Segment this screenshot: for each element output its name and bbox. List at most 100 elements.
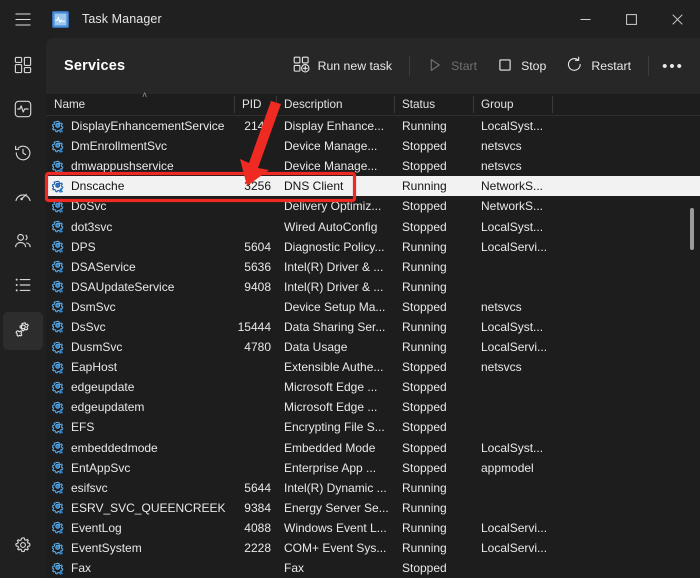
stop-button[interactable]: Stop — [487, 50, 556, 82]
service-gear-icon — [52, 200, 65, 213]
table-row[interactable]: DsmSvc Device Setup Ma... Stopped netsvcs — [46, 297, 700, 317]
cell-description: Enterprise App ... — [284, 460, 377, 475]
cell-pid: 5644 — [244, 480, 271, 495]
service-name-label: edgeupdatem — [71, 400, 145, 415]
vertical-scrollbar[interactable] — [686, 116, 698, 578]
table-row-selected[interactable]: Dnscache 3256 DNS Client Running NetworkS... — [46, 176, 700, 197]
table-row[interactable]: DusmSvc 4780 Data Usage Running LocalServi..… — [46, 337, 700, 357]
service-gear-icon — [52, 300, 65, 314]
table-body: DisplayEnhancementService 2148 Display Enh… — [46, 116, 700, 578]
table-row[interactable]: ESRV_SVC_QUEENCREEK 9384 Energy Server Se.… — [46, 498, 700, 518]
table-row[interactable]: DisplayEnhancementService 2148 Display Enh… — [46, 116, 700, 136]
service-name-label: Fax — [71, 561, 92, 576]
column-header-description[interactable]: Description — [276, 94, 394, 115]
restart-button[interactable]: Restart — [556, 50, 641, 82]
sort-ascending-icon: ˄ — [142, 90, 148, 100]
table-row[interactable]: dot3svc Wired AutoConfig Stopped LocalSyst.… — [46, 216, 700, 236]
sidebar-item-details[interactable] — [3, 268, 43, 306]
sidebar-item-startup-apps[interactable] — [3, 180, 43, 218]
service-name-label: Dnscache — [71, 179, 125, 194]
close-button[interactable] — [654, 0, 700, 38]
table-row[interactable]: DPS 5604 Diagnostic Policy... Running LocalS… — [46, 237, 700, 257]
cell-description: Windows Event L... — [284, 520, 387, 535]
table-row[interactable]: EventLog 4088 Windows Event L... Running Loc… — [46, 518, 700, 538]
service-gear-icon — [52, 481, 65, 495]
cell-group: netsvcs — [481, 139, 522, 154]
run-new-task-button[interactable]: Run new task — [283, 50, 403, 82]
cell-description: Diagnostic Policy... — [284, 239, 385, 254]
cell-status: Running — [402, 259, 447, 274]
cell-name: embeddedmode — [46, 441, 234, 455]
column-header-pid[interactable]: PID — [234, 94, 276, 115]
sidebar-item-processes[interactable] — [3, 48, 43, 86]
hamburger-menu-icon[interactable] — [0, 0, 46, 38]
cell-description: Microsoft Edge ... — [284, 400, 378, 415]
cell-name: EventLog — [46, 521, 234, 535]
cell-group: LocalServi... — [481, 520, 548, 535]
services-gear-icon — [14, 320, 32, 343]
sidebar-item-performance[interactable] — [3, 92, 43, 130]
service-gear-icon — [52, 361, 65, 374]
cell-description: Data Sharing Ser... — [284, 319, 386, 334]
table-row[interactable]: edgeupdatem Microsoft Edge ... Stopped — [46, 397, 700, 417]
sidebar-item-settings[interactable] — [3, 528, 43, 566]
cell-status: Stopped — [402, 561, 447, 576]
scrollbar-thumb[interactable] — [690, 208, 694, 250]
table-row[interactable]: EntAppSvc Enterprise App ... Stopped appmod… — [46, 458, 700, 478]
service-name-label: DsmSvc — [71, 299, 116, 314]
cell-group: LocalSyst... — [481, 119, 544, 134]
cell-group: appmodel — [481, 460, 534, 475]
cell-status: Running — [402, 480, 447, 495]
table-row[interactable]: EapHost Extensible Authe... Stopped netsvcs — [46, 357, 700, 377]
cell-status: Running — [402, 119, 447, 134]
cell-name: EapHost — [46, 360, 234, 374]
table-row[interactable]: Fax Fax Stopped — [46, 558, 700, 578]
maximize-button[interactable] — [608, 0, 654, 38]
table-row[interactable]: DoSvc Delivery Optimiz... Stopped NetworkS.… — [46, 196, 700, 216]
sidebar-item-app-history[interactable] — [3, 136, 43, 174]
column-header-name[interactable]: Name ˄ — [46, 90, 234, 115]
play-triangle-icon — [427, 57, 443, 76]
table-row[interactable]: DSAUpdateService 9408 Intel(R) Driver & ..… — [46, 277, 700, 297]
table-row[interactable]: edgeupdate Microsoft Edge ... Stopped — [46, 377, 700, 397]
service-gear-icon — [52, 320, 65, 334]
table-row[interactable]: esifsvc 5644 Intel(R) Dynamic ... Running — [46, 478, 700, 498]
cell-pid: 2228 — [244, 541, 271, 556]
table-row[interactable]: embeddedmode Embedded Mode Stopped LocalSys… — [46, 438, 700, 458]
run-new-task-label: Run new task — [317, 59, 393, 73]
cell-status: Stopped — [402, 199, 447, 214]
sidebar-item-users[interactable] — [3, 224, 43, 262]
table-row[interactable]: DsSvc 15444 Data Sharing Ser... Running Loca… — [46, 317, 700, 337]
column-header-name-label: Name — [54, 98, 86, 111]
service-gear-icon — [52, 160, 65, 173]
cell-group: NetworkS... — [481, 199, 544, 214]
table-row[interactable]: EFS Encrypting File S... Stopped — [46, 417, 700, 437]
restart-label: Restart — [591, 59, 631, 73]
cell-pid: 3256 — [244, 179, 271, 194]
sidebar-item-services[interactable] — [3, 312, 43, 350]
cell-status: Stopped — [402, 360, 447, 375]
column-header-spacer — [552, 94, 700, 115]
cell-name: DSAService — [46, 260, 234, 274]
cell-name: DmEnrollmentSvc — [46, 139, 234, 153]
cell-group: LocalSyst... — [481, 440, 544, 455]
column-header-status[interactable]: Status — [394, 94, 473, 115]
start-button[interactable]: Start — [417, 50, 487, 82]
column-header-group[interactable]: Group — [473, 94, 552, 115]
service-gear-icon — [52, 220, 65, 233]
more-options-button[interactable]: ••• — [656, 50, 690, 82]
cell-pid: 4088 — [244, 520, 271, 535]
table-row[interactable]: DSAService 5636 Intel(R) Driver & ... Runni… — [46, 257, 700, 277]
service-name-label: EventSystem — [71, 541, 142, 556]
table-row[interactable]: EventSystem 2228 COM+ Event Sys... Running L… — [46, 538, 700, 558]
cell-pid: 9408 — [244, 279, 271, 294]
minimize-button[interactable] — [562, 0, 608, 38]
cell-pid: 2148 — [244, 119, 271, 134]
table-row[interactable]: DmEnrollmentSvc Device Manage... Stopped ne… — [46, 136, 700, 156]
service-name-label: DsSvc — [71, 319, 106, 334]
people-icon — [14, 232, 32, 255]
table-row[interactable]: dmwappushservice Device Manage... Stopped n… — [46, 156, 700, 176]
window-body: Services Run new task Start Stop Restart… — [0, 38, 700, 578]
command-separator-2 — [648, 56, 649, 76]
speedometer-icon — [14, 188, 32, 211]
